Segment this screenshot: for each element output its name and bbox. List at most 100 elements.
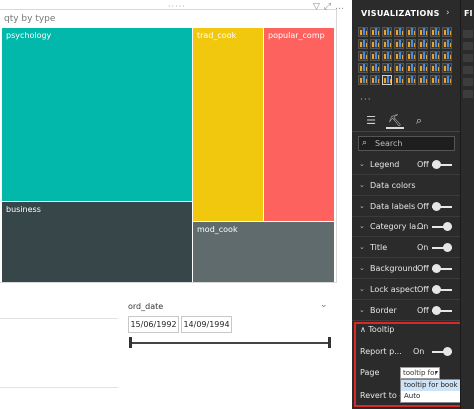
visual-type-icon[interactable] [442,51,452,61]
slicer-range-track[interactable] [131,342,330,344]
format-card-state: Off [417,160,429,169]
visual-type-icon[interactable] [418,51,428,61]
slicer-end-date[interactable]: 14/09/1994 [181,316,232,333]
visual-type-icon[interactable] [418,27,428,37]
field-item[interactable] [463,66,473,74]
field-item[interactable] [463,54,473,62]
format-card-toggle[interactable] [432,222,452,232]
format-card-category-la[interactable]: ⌄ Category la... On [352,217,460,238]
field-item[interactable] [463,90,473,98]
visual-type-icon[interactable] [370,75,380,85]
visual-type-icon[interactable] [430,75,440,85]
treemap-tile-popular-comp[interactable]: popular_comp [264,28,334,221]
visual-type-icon[interactable] [430,39,440,49]
visual-type-icon[interactable] [394,39,404,49]
treemap-tile-trad-cook[interactable]: trad_cook [193,28,263,221]
visual-type-icon[interactable] [406,63,416,73]
visual-type-icon[interactable] [358,27,368,37]
slicer-start-date[interactable]: 15/06/1992 [128,316,179,333]
visual-type-icon[interactable] [394,63,404,73]
tooltip-card-header[interactable]: ∧ Tooltip [360,325,394,334]
analytics-magnifier-icon[interactable]: ⌕ [410,113,428,129]
visual-type-icon[interactable] [382,63,392,73]
divider [0,387,118,388]
visual-type-icon[interactable] [358,75,368,85]
visual-type-icon[interactable] [358,63,368,73]
page-select[interactable]: tooltip for ...▾ [400,367,440,379]
visual-type-icon[interactable] [442,39,452,49]
chevron-down-icon: ⌄ [359,243,365,252]
report-page-toggle[interactable] [432,347,452,356]
format-card-data-colors[interactable]: ⌄ Data colors [352,176,460,196]
treemap-tile-psychology[interactable]: psychology [2,28,192,201]
search-input[interactable]: ⌕ Search [358,136,455,151]
format-card-label: Legend [370,160,400,169]
chevron-right-icon[interactable]: › [446,8,450,18]
visual-type-icon[interactable] [382,39,392,49]
visual-type-icon[interactable] [358,51,368,61]
format-card-toggle[interactable] [432,305,452,315]
fields-pane-title: FI [464,9,473,18]
visual-type-icon[interactable] [394,51,404,61]
visual-type-icon[interactable] [442,27,452,37]
report-page-label: Report p... [360,347,402,356]
field-item[interactable] [463,42,473,50]
format-card-toggle[interactable] [432,284,452,294]
visual-type-icon[interactable] [430,27,440,37]
format-card-border[interactable]: ⌄ Border Off [352,301,460,321]
report-page-state: On [413,347,425,356]
visual-type-icon[interactable] [442,75,452,85]
fields-tab-icon[interactable]: ☰ [362,113,380,129]
visual-type-icon[interactable] [406,27,416,37]
visual-type-icon[interactable] [406,51,416,61]
format-card-title[interactable]: ⌄ Title On [352,238,460,259]
chevron-down-icon[interactable]: ⌄ [320,300,328,310]
search-placeholder: Search [375,139,403,148]
visual-type-icon[interactable] [418,63,428,73]
visual-type-icon[interactable] [370,27,380,37]
chevron-down-icon: ▾ [434,369,438,376]
format-card-legend[interactable]: ⌄ Legend Off [352,155,460,175]
visual-type-icon[interactable] [370,63,380,73]
visual-type-icon[interactable] [370,51,380,61]
chevron-down-icon: ⌄ [359,222,365,231]
visual-type-icon[interactable] [394,27,404,37]
visual-type-icon[interactable] [430,51,440,61]
field-item[interactable] [463,30,473,38]
format-card-background[interactable]: ⌄ Background Off [352,259,460,279]
visual-type-icon[interactable] [370,39,380,49]
format-card-label: Data labels [370,201,416,211]
visual-type-icon[interactable] [382,75,392,85]
visual-type-icon[interactable] [394,75,404,85]
format-card-toggle[interactable] [432,201,452,211]
format-card-state: On [417,222,429,232]
format-paint-roller-icon[interactable]: ⛏ [386,113,404,129]
format-card-lock-aspect[interactable]: ⌄ Lock aspect Off [352,280,460,300]
visual-type-icon[interactable] [382,27,392,37]
visualizations-title: VISUALIZATIONS [361,9,440,18]
visual-type-icon[interactable] [382,51,392,61]
visual-type-icon[interactable] [442,63,452,73]
treemap-tile-mod-cook[interactable]: mod_cook [193,222,334,282]
visual-type-icon[interactable] [430,63,440,73]
visual-type-icon[interactable] [418,75,428,85]
visual-type-icon[interactable] [358,39,368,49]
treemap-tile-business[interactable]: business [2,202,192,282]
slicer-end-handle[interactable] [328,337,331,348]
visual-type-gallery [358,27,458,85]
format-card-label: Border [370,305,397,315]
format-card-toggle[interactable] [432,160,452,169]
chevron-down-icon: ⌄ [359,201,365,210]
format-card-state: Off [417,264,429,273]
more-visuals-icon[interactable]: ··· [360,95,372,105]
fields-pane: FI [460,0,474,409]
field-item[interactable] [463,78,473,86]
visual-type-icon[interactable] [418,39,428,49]
format-card-toggle[interactable] [432,264,452,273]
visual-type-icon[interactable] [406,75,416,85]
visual-type-icon[interactable] [406,39,416,49]
slicer-start-handle[interactable] [129,337,132,348]
format-card-data-labels[interactable]: ⌄ Data labels Off [352,197,460,217]
search-icon: ⌕ [362,138,368,148]
format-card-toggle[interactable] [432,243,452,253]
